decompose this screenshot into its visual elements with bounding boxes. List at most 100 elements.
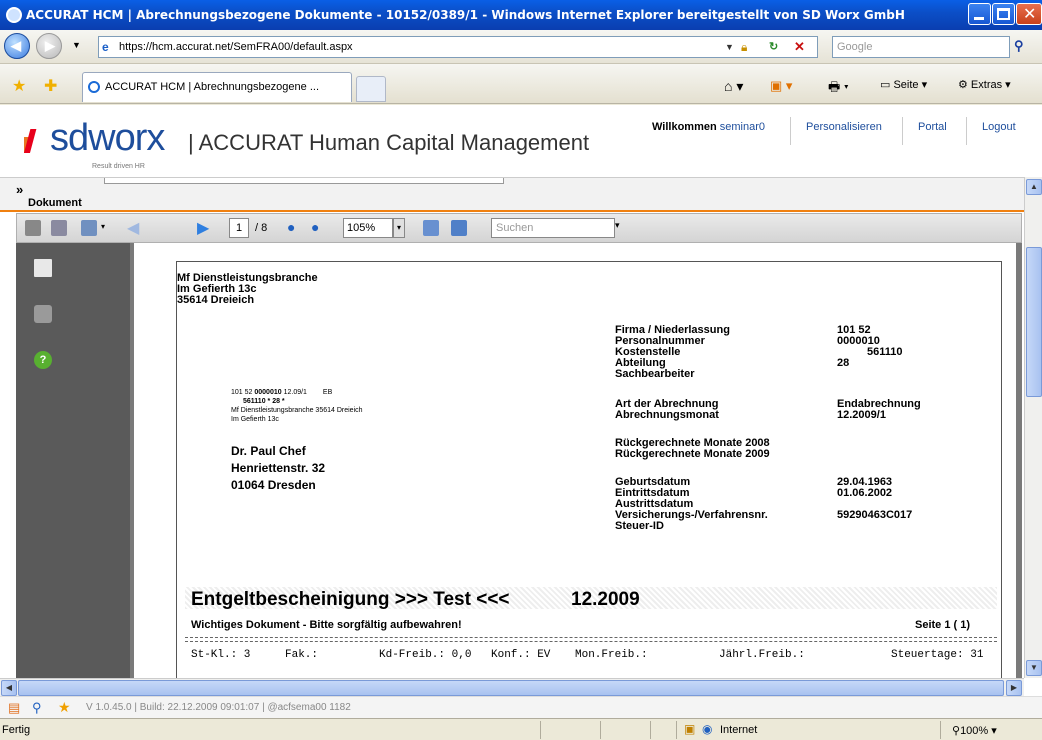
recipient-name: Dr. Paul Chef: [231, 444, 306, 458]
recipient-street: Henriettenstr. 32: [231, 461, 326, 475]
welcome-label: Willkommen: [652, 121, 717, 133]
zoom-select[interactable]: 105%: [343, 218, 393, 238]
page-number-input[interactable]: 1: [229, 218, 249, 238]
zoom-in-icon[interactable]: ●: [311, 219, 319, 235]
horizontal-scrollbar[interactable]: ◀ ▶: [0, 678, 1024, 696]
zoom-level[interactable]: ⚲100% ▾: [952, 724, 997, 737]
browser-tab[interactable]: ACCURAT HCM | Abrechnungsbezogene ...: [82, 72, 352, 102]
favorites-star-icon[interactable]: ★: [12, 76, 26, 96]
minimize-button[interactable]: [968, 3, 991, 25]
back-button[interactable]: ◀: [4, 33, 30, 59]
next-page-icon[interactable]: ▶: [197, 218, 209, 238]
add-favorite-icon[interactable]: ✚: [44, 76, 57, 96]
header-divider: [966, 117, 967, 145]
status-text: Fertig: [2, 724, 31, 736]
save-report-icon[interactable]: [51, 220, 67, 236]
versicherungsnr-value: 59290463C017: [837, 509, 913, 521]
vertical-scroll-thumb[interactable]: [1026, 247, 1042, 397]
status-divider: [650, 721, 651, 739]
return-address-line: 101 52 0000010 12.09/1 EB: [231, 388, 332, 397]
yearly-allowance: Jährl.Freib.:: [719, 649, 805, 661]
info-label: Steuer-ID: [615, 520, 664, 532]
refresh-icon[interactable]: ↻: [769, 37, 778, 57]
info-label: Sachbearbeiter: [615, 368, 695, 380]
report-toolbar: ▾ ◀ ▶ 1 / 8 ● ● 105% ▾ Suchen ▾: [16, 213, 1022, 243]
search-dropdown-icon[interactable]: ▾: [615, 220, 620, 231]
zoom-dropdown-icon[interactable]: ▾: [393, 218, 405, 238]
stop-icon[interactable]: ✕: [794, 37, 805, 57]
window-title: ACCURAT HCM | Abrechnungsbezogene Dokume…: [26, 8, 905, 22]
lock-icon[interactable]: 🔒︎: [741, 37, 747, 57]
window-titlebar: ACCURAT HCM | Abrechnungsbezogene Dokume…: [0, 0, 1042, 30]
first-page-icon[interactable]: ◀: [127, 218, 139, 238]
gear-icon: ⚙: [958, 79, 971, 91]
header-divider: [902, 117, 903, 145]
abteilung-value: 28: [837, 357, 850, 369]
page-menu[interactable]: ▭ Seite ▾: [880, 78, 927, 91]
panel-title: Dokument: [28, 197, 82, 209]
magnifier-icon: ⚲: [952, 725, 961, 737]
ie-icon: [6, 7, 22, 23]
return-personalnummer: 0000010: [254, 389, 282, 396]
address-input[interactable]: e https://hcm.accurat.net/SemFRA00/defau…: [98, 36, 818, 58]
scroll-down-icon[interactable]: ▼: [1026, 660, 1042, 676]
horizontal-scroll-thumb[interactable]: [18, 680, 1004, 696]
search-icon[interactable]: ⚲: [1014, 38, 1024, 54]
maximize-button[interactable]: [992, 3, 1015, 25]
return-firma: 101 52: [231, 389, 253, 396]
collapsed-panel-tab[interactable]: [104, 178, 504, 184]
monthly-allowance: Mon.Freib.:: [575, 649, 648, 661]
security-zone[interactable]: Internet: [720, 724, 757, 736]
status-divider: [600, 721, 601, 739]
tools-menu[interactable]: ⚙ Extras ▾: [958, 78, 1011, 91]
document-map-icon[interactable]: [34, 259, 52, 277]
whole-page-icon[interactable]: [451, 220, 467, 236]
expand-panel-button[interactable]: »: [16, 182, 23, 197]
page-menu-icon: ▭: [880, 79, 894, 91]
document-page: Mf Dienstleistungsbranche Im Gefierth 13…: [134, 243, 1016, 678]
report-search-input[interactable]: Suchen: [491, 218, 615, 238]
logout-link[interactable]: Logout: [982, 121, 1016, 133]
help-icon[interactable]: ?: [34, 351, 52, 369]
find-icon[interactable]: [34, 305, 52, 323]
sdworx-logo-icon: [24, 129, 37, 153]
close-button[interactable]: ✕: [1016, 3, 1042, 25]
forward-button[interactable]: ▶: [36, 33, 62, 59]
app-header: sdworx Result driven HR | ACCURAT Human …: [0, 105, 1042, 177]
scroll-up-icon[interactable]: ▲: [1026, 179, 1042, 195]
scroll-left-icon[interactable]: ◀: [1, 680, 17, 696]
export-dropdown-icon[interactable]: ▾: [101, 222, 105, 231]
zoom-icon[interactable]: ⚲: [32, 700, 42, 716]
favorite-icon[interactable]: ★: [58, 699, 71, 716]
internet-zone-icon: ◉: [702, 722, 713, 736]
new-tab-button[interactable]: [356, 76, 386, 102]
bookmark-icon[interactable]: ▤: [8, 700, 20, 716]
home-icon[interactable]: ⌂ ▾: [724, 78, 743, 95]
search-input[interactable]: Google: [832, 36, 1010, 58]
vertical-scrollbar[interactable]: ▲ ▼: [1024, 177, 1042, 678]
report-sidebar: ?: [16, 243, 130, 678]
portal-link[interactable]: Portal: [918, 121, 947, 133]
tax-factor: Fak.:: [285, 649, 319, 661]
divider: [185, 641, 997, 642]
page-width-icon[interactable]: [423, 220, 439, 236]
export-icon[interactable]: [81, 220, 97, 236]
protected-mode-icon[interactable]: ▣: [684, 722, 695, 736]
personalize-link[interactable]: Personalisieren: [806, 121, 882, 133]
document-title: Entgeltbescheinigung >>> Test <<<: [191, 589, 510, 610]
scroll-right-icon[interactable]: ▶: [1006, 680, 1022, 696]
zoom-out-icon[interactable]: ●: [287, 219, 295, 235]
app-title: | ACCURAT Human Capital Management: [188, 130, 590, 155]
history-dropdown-icon[interactable]: ▼: [72, 40, 81, 50]
print-icon[interactable]: 🖶 ▾: [828, 78, 849, 100]
address-dropdown-icon[interactable]: ▼: [725, 37, 734, 57]
print-report-icon[interactable]: [25, 220, 41, 236]
return-address-line: 561110 * 28 *: [243, 398, 285, 405]
page-indicator: Seite 1 ( 1): [915, 619, 971, 631]
divider: [185, 637, 997, 638]
child-allowance: Kd-Freib.: 0,0: [379, 649, 472, 661]
panel-underline: [0, 210, 1024, 212]
zoom-level-value: 100%: [960, 725, 989, 737]
feeds-icon[interactable]: ▣ ▾: [770, 78, 792, 94]
panel-header: » Dokument: [0, 177, 1024, 212]
